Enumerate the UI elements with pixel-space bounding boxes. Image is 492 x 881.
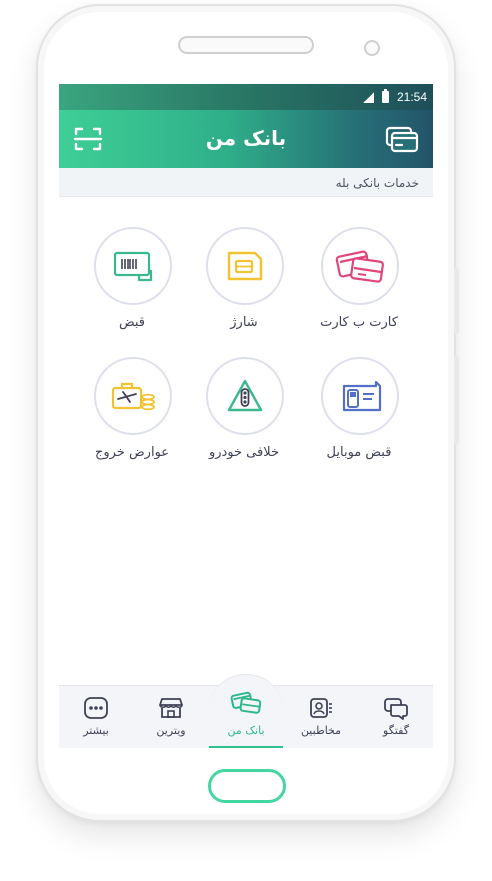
service-label: عوارض خروج xyxy=(94,445,170,460)
store-icon xyxy=(159,698,183,718)
chat-icon xyxy=(384,698,408,720)
section-header: خدمات بانکی بله xyxy=(59,168,433,197)
side-button-right xyxy=(454,268,459,334)
signal-icon xyxy=(362,91,374,103)
departure-toll-icon xyxy=(111,382,155,411)
screen: 21:54 بانک من خدمات بانکی بله کارت ب کار… xyxy=(59,84,433,748)
home-button[interactable] xyxy=(208,769,286,803)
tab-label: مخاطبین xyxy=(300,724,342,737)
active-tab-indicator xyxy=(209,746,283,748)
side-button-right-lower xyxy=(454,356,459,444)
service-charge[interactable]: شارژ xyxy=(194,227,294,337)
section-title: خدمات بانکی بله xyxy=(335,176,419,190)
traffic-light-icon xyxy=(227,379,263,412)
sim-card-icon xyxy=(227,251,263,281)
mobile-bill-icon xyxy=(342,380,382,412)
cards-icon xyxy=(385,126,419,153)
bank-cards-icon xyxy=(230,691,262,714)
contacts-icon xyxy=(310,698,332,718)
service-card-to-card[interactable]: کارت ب کارت xyxy=(309,227,409,337)
service-bill[interactable]: قبض xyxy=(82,227,182,337)
service-label: قبض xyxy=(118,315,146,330)
tab-label: بیشتر xyxy=(83,724,109,737)
service-circle xyxy=(321,357,399,435)
battery-icon xyxy=(381,89,389,103)
card-to-card-icon xyxy=(335,250,384,283)
service-mobile-bill[interactable]: قبض موبایل xyxy=(309,357,409,467)
service-circle xyxy=(206,357,284,435)
service-label: کارت ب کارت xyxy=(320,315,398,330)
tab-label: گفتگو xyxy=(383,724,409,737)
app-bar: بانک من xyxy=(59,110,433,168)
tab-storefront[interactable]: ویترین xyxy=(134,686,208,748)
service-departure-toll[interactable]: عوارض خروج xyxy=(82,357,182,467)
service-circle xyxy=(321,227,399,305)
tab-label: ویترین xyxy=(156,724,186,737)
service-label: قبض موبایل xyxy=(326,445,392,460)
barcode-bill-icon xyxy=(113,251,153,282)
status-bar: 21:54 xyxy=(59,84,433,110)
front-camera xyxy=(364,40,380,56)
tab-chat[interactable]: گفتگو xyxy=(359,686,433,748)
speaker-grill xyxy=(178,36,314,54)
more-icon xyxy=(84,697,108,719)
service-label: شارژ xyxy=(230,315,258,330)
service-circle xyxy=(94,357,172,435)
tab-label: بانک من xyxy=(227,724,265,737)
service-traffic-fines[interactable]: خلافی خودرو xyxy=(194,357,294,467)
bottom-tab-bar: گفتگو مخاطبین بانک من ویترین بیشتر xyxy=(59,674,433,748)
page-title: بانک من xyxy=(205,126,287,150)
status-time: 21:54 xyxy=(396,90,427,104)
service-label: خلافی خودرو xyxy=(208,445,280,460)
service-circle xyxy=(94,227,172,305)
tab-contacts[interactable]: مخاطبین xyxy=(284,686,358,748)
service-circle xyxy=(206,227,284,305)
cards-button[interactable] xyxy=(385,125,419,153)
tab-my-bank[interactable]: بانک من xyxy=(209,686,283,748)
tab-more[interactable]: بیشتر xyxy=(59,686,133,748)
